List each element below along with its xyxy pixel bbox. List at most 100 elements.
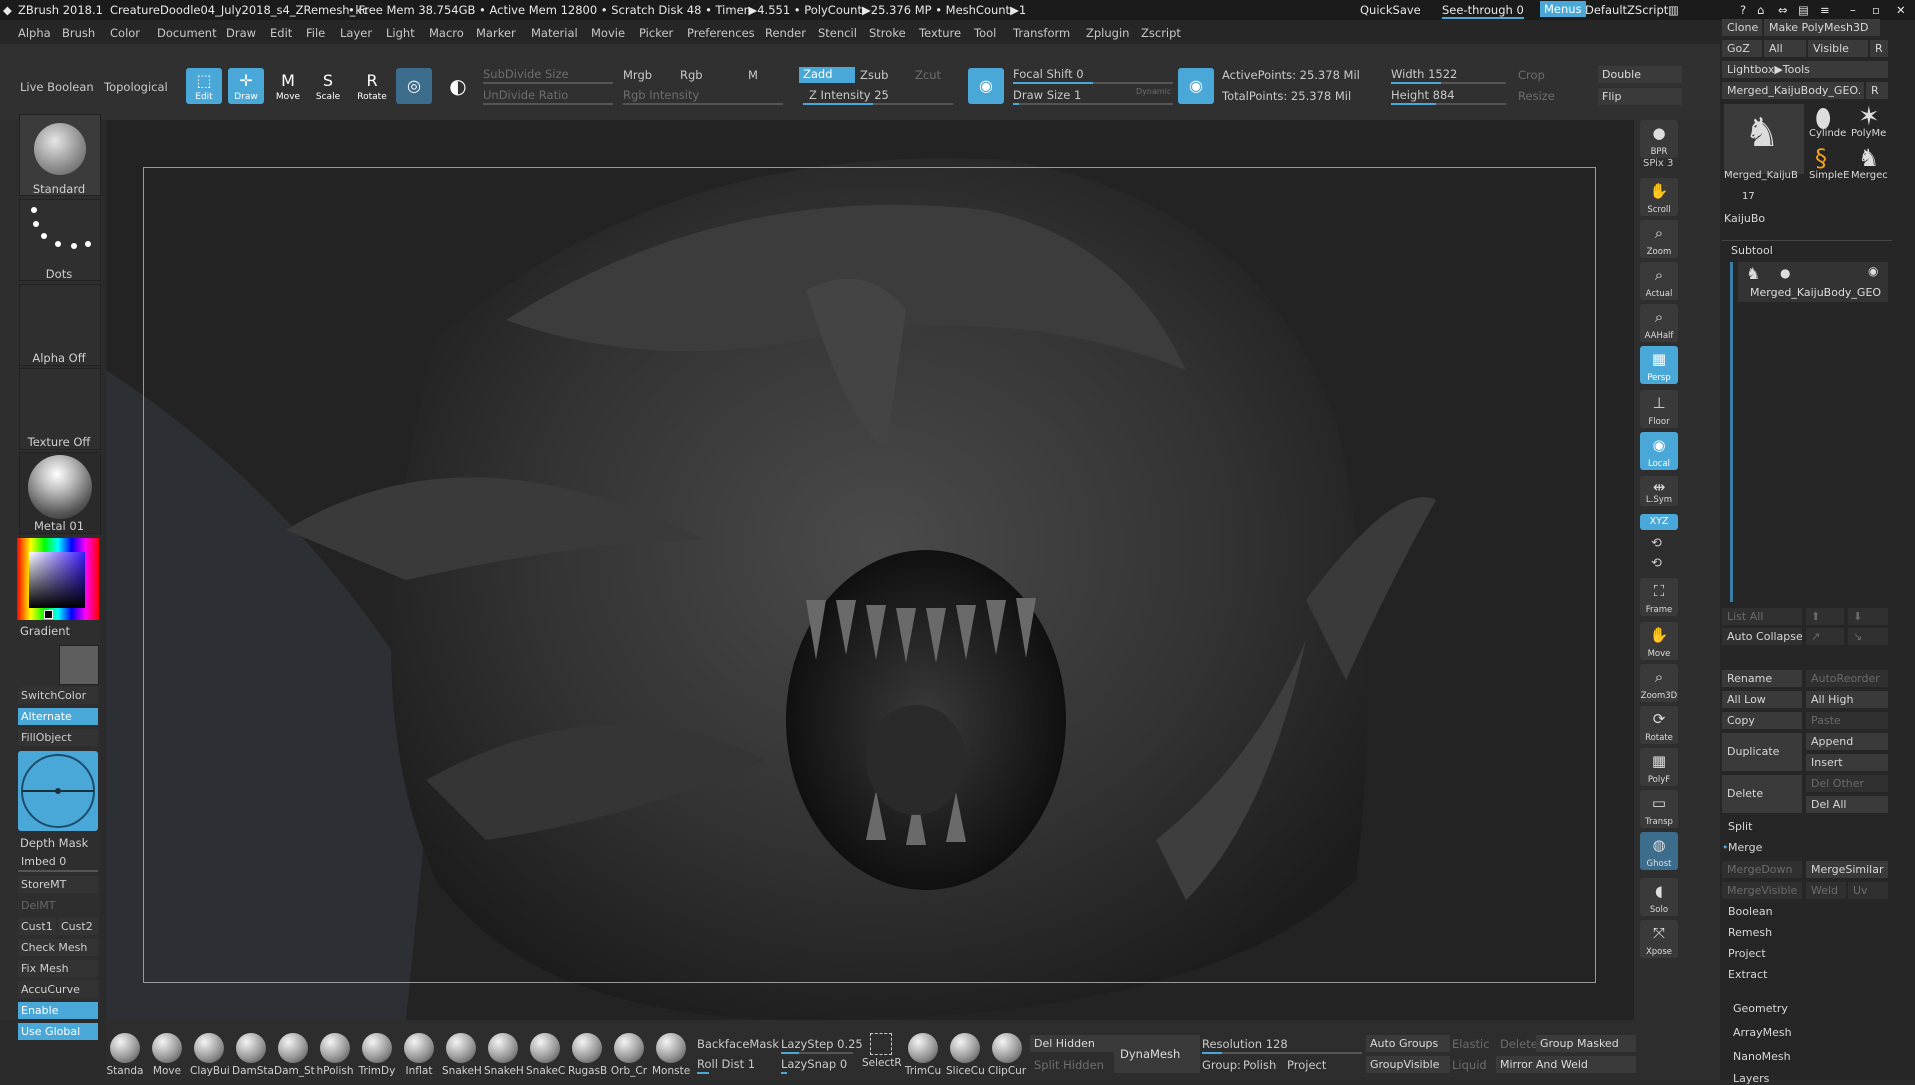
resize-button[interactable]: Resize [1518, 89, 1555, 103]
clipcurve-tool[interactable]: ClipCur [988, 1033, 1026, 1077]
menu-layer[interactable]: Layer [340, 26, 372, 40]
menu-edit[interactable]: Edit [270, 26, 292, 40]
remesh-section[interactable]: Remesh [1728, 926, 1772, 939]
polyf-button[interactable]: ▦ PolyF [1640, 748, 1678, 786]
menu-document[interactable]: Document [157, 26, 217, 40]
all-high-button[interactable]: All High [1806, 691, 1888, 708]
menu-stroke[interactable]: Stroke [869, 26, 906, 40]
palette-icon[interactable]: ▤ [1798, 3, 1809, 17]
extract-section[interactable]: Extract [1728, 968, 1767, 981]
del-all-button[interactable]: Del All [1806, 796, 1888, 813]
goz-button[interactable]: GoZ [1722, 40, 1762, 57]
cust2-button[interactable]: Cust2 [58, 918, 98, 935]
script-icon[interactable]: ≡ [1820, 3, 1830, 17]
tool-thumbnail-main[interactable]: ♞ [1724, 104, 1804, 174]
frame-button[interactable]: ⛶ Frame [1640, 578, 1678, 616]
menu-macro[interactable]: Macro [429, 26, 464, 40]
zcut-button[interactable]: Zcut [915, 68, 941, 82]
elastic-button[interactable]: Elastic [1452, 1037, 1490, 1051]
clone-button[interactable]: Clone [1722, 19, 1762, 36]
delmt-button[interactable]: DelMT [18, 897, 98, 914]
color-square[interactable] [29, 552, 85, 608]
brush-snakehook-2[interactable]: SnakeH [484, 1033, 524, 1077]
move-mode-button[interactable]: M Move [270, 68, 306, 104]
alternate-button[interactable]: Alternate [18, 708, 98, 725]
help-icon[interactable]: ? [1740, 3, 1746, 17]
rotate-view-button[interactable]: ⟳ Rotate [1640, 706, 1678, 744]
use-global-button[interactable]: Use Global [18, 1023, 98, 1040]
live-boolean-button[interactable]: Live Boolean [20, 80, 94, 94]
menu-alpha[interactable]: Alpha [18, 26, 51, 40]
subtool-visibility-eye-icon[interactable]: ◉ [1868, 264, 1878, 278]
gizmo-button[interactable]: ◐ [440, 68, 476, 104]
brush-damstandard[interactable]: DamSta [232, 1033, 274, 1077]
project-button[interactable]: Project [1287, 1058, 1326, 1072]
menu-material[interactable]: Material [531, 26, 578, 40]
brush-hpolish[interactable]: hPolish [316, 1033, 354, 1077]
list-all-button[interactable]: List All [1722, 608, 1802, 625]
solo-button[interactable]: ◖ Solo [1640, 878, 1678, 916]
current-tool-slider[interactable]: Merged_KaijuBody_GEO. [1722, 82, 1864, 99]
undivide-ratio-slider[interactable]: UnDivide Ratio [483, 88, 568, 102]
switchcolor-button[interactable]: SwitchColor [18, 687, 98, 704]
lazysnap-slider[interactable]: LazySnap 0 [781, 1057, 847, 1071]
flip-button[interactable]: Flip [1598, 88, 1682, 105]
nanomesh-section[interactable]: NanoMesh [1733, 1050, 1791, 1063]
color-picker[interactable] [17, 538, 99, 620]
double-button[interactable]: Double [1598, 66, 1682, 83]
sculptris-pro-button[interactable]: ◎ [396, 68, 432, 104]
layout-icon[interactable]: ▥ [1668, 3, 1679, 17]
draw-mode-button[interactable]: ✛ Draw [228, 68, 264, 104]
scale-mode-button[interactable]: S Scale [310, 68, 346, 104]
layers-section[interactable]: Layers [1733, 1072, 1769, 1085]
transp-button[interactable]: ▭ Transp [1640, 790, 1678, 828]
brush-trimdynamic[interactable]: TrimDy [358, 1033, 396, 1077]
subdivide-size-slider[interactable]: SubDivide Size [483, 67, 569, 81]
selectrect-tool[interactable]: SelectR [862, 1033, 902, 1069]
edit-mode-button[interactable]: ⬚ Edit [186, 68, 222, 104]
zsub-button[interactable]: Zsub [860, 68, 888, 82]
storemt-button[interactable]: StoreMT [18, 876, 98, 893]
brush-rugasbrush[interactable]: RugasB [568, 1033, 607, 1077]
rotate-mode-button[interactable]: R Rotate [354, 68, 390, 104]
default-zscript-button[interactable]: DefaultZScript [1585, 3, 1668, 17]
make-polymesh-button[interactable]: Make PolyMesh3D [1764, 19, 1880, 36]
menu-brush[interactable]: Brush [62, 26, 95, 40]
height-slider[interactable]: Height 884 [1391, 88, 1455, 102]
del-hidden-button[interactable]: Del Hidden [1030, 1035, 1114, 1052]
ghost-button[interactable]: ◍ Ghost [1640, 832, 1678, 870]
project-section[interactable]: Project [1728, 947, 1766, 960]
copy-button[interactable]: Copy [1722, 712, 1802, 729]
merged-tool-icon[interactable]: ♞ [1858, 144, 1880, 172]
resolution-slider[interactable]: Resolution 128 [1202, 1037, 1288, 1051]
backface-mask-button[interactable]: BackfaceMask [697, 1037, 779, 1051]
menu-draw[interactable]: Draw [226, 26, 256, 40]
rotate-z-icon[interactable]: ⟲ [1651, 556, 1662, 571]
focal-shift-slider[interactable]: Focal Shift 0 [1013, 67, 1084, 81]
weld-button[interactable]: Weld [1806, 882, 1846, 899]
auto-groups-button[interactable]: Auto Groups [1366, 1035, 1450, 1052]
check-mesh-button[interactable]: Check Mesh In [18, 939, 98, 956]
move-up-right-arrow-icon[interactable]: ↗ [1806, 628, 1844, 645]
move-down-arrow-icon[interactable]: ⬇ [1848, 608, 1888, 625]
brush-move[interactable]: Move [148, 1033, 186, 1077]
depth-mask-curve[interactable] [18, 751, 98, 831]
accucurve-button[interactable]: AccuCurve [18, 981, 98, 998]
menu-color[interactable]: Color [110, 26, 140, 40]
menu-marker[interactable]: Marker [476, 26, 516, 40]
brush-snakehook-1[interactable]: SnakeH [442, 1033, 482, 1077]
brush-claybuildup[interactable]: ClayBui [190, 1033, 230, 1077]
mergevisible-button[interactable]: MergeVisible [1722, 882, 1802, 899]
brush-monster[interactable]: Monste [652, 1033, 690, 1077]
floor-button[interactable]: ⊥ Floor [1640, 390, 1678, 428]
all-low-button[interactable]: All Low [1722, 691, 1802, 708]
boolean-section[interactable]: Boolean [1728, 905, 1773, 918]
menu-movie[interactable]: Movie [591, 26, 625, 40]
menu-render[interactable]: Render [765, 26, 806, 40]
quicksave-button[interactable]: QuickSave [1360, 3, 1421, 17]
delete-group-button[interactable]: Delete [1500, 1037, 1538, 1051]
geometry-section[interactable]: Geometry [1733, 1002, 1788, 1015]
zoom-button[interactable]: ⌕ Zoom [1640, 220, 1678, 258]
viewport-canvas[interactable] [106, 120, 1634, 1020]
lightbox-tools-button[interactable]: Lightbox▶Tools [1722, 61, 1888, 78]
